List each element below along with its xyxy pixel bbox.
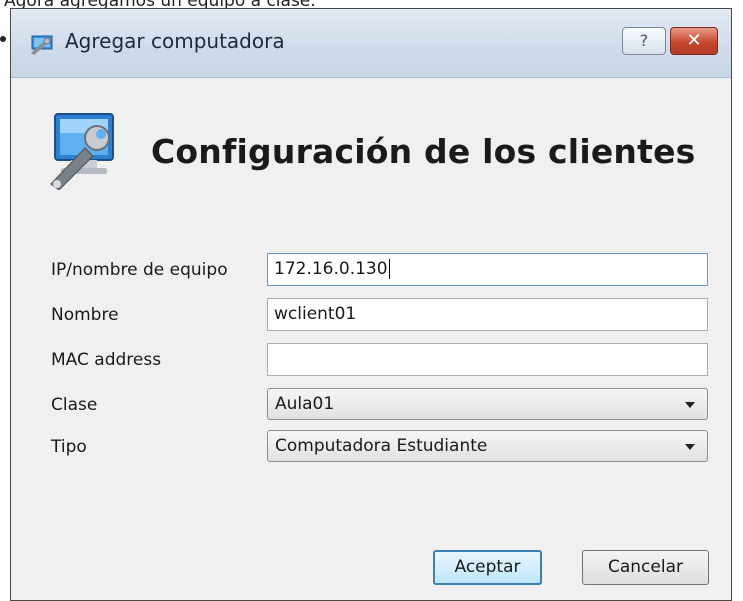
page-title: Configuración de los clientes	[151, 132, 696, 171]
text-caret	[388, 259, 390, 279]
type-label: Tipo	[51, 437, 87, 457]
type-value: Computadora Estudiante	[275, 436, 488, 456]
window-title: Agregar computadora	[65, 29, 285, 53]
list-bullet	[0, 36, 6, 42]
title-bar[interactable]: Agregar computadora ? ✕	[11, 9, 731, 78]
mac-field[interactable]	[267, 343, 708, 376]
dialog-content: Configuración de los clientes IP/nombre …	[11, 78, 731, 600]
name-field[interactable]: wclient01	[267, 298, 708, 331]
cancel-button[interactable]: Cancelar	[582, 550, 709, 585]
help-button[interactable]: ?	[622, 27, 666, 55]
class-select[interactable]: Aula01	[267, 388, 708, 420]
ip-label: IP/nombre de equipo	[51, 260, 228, 280]
mac-label: MAC address	[51, 350, 162, 370]
add-computer-dialog: Agregar computadora ? ✕ Configuración de…	[10, 8, 732, 601]
accept-button[interactable]: Aceptar	[433, 550, 542, 585]
ip-value: 172.16.0.130	[274, 259, 388, 279]
chevron-down-icon	[685, 444, 695, 450]
app-icon	[31, 35, 53, 55]
close-button[interactable]: ✕	[670, 27, 718, 55]
type-select[interactable]: Computadora Estudiante	[267, 430, 708, 462]
class-value: Aula01	[275, 394, 335, 414]
name-label: Nombre	[51, 305, 119, 325]
ip-field[interactable]: 172.16.0.130	[267, 253, 708, 286]
computer-wrench-icon	[50, 113, 114, 190]
chevron-down-icon	[685, 402, 695, 408]
class-label: Clase	[51, 395, 98, 415]
